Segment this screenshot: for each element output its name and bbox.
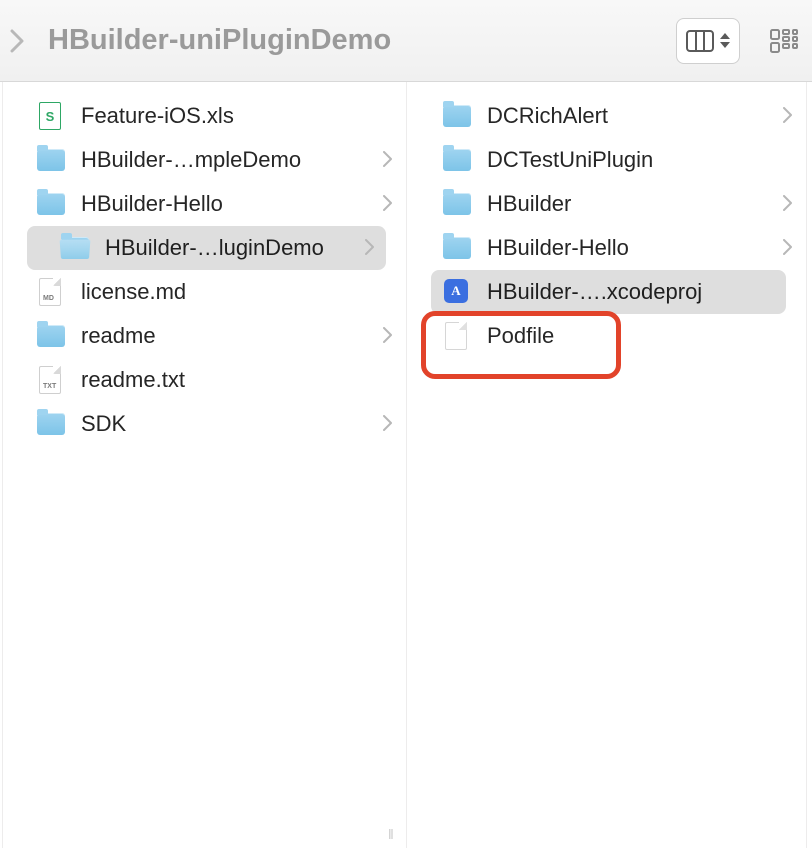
column-resize-handle[interactable]: ǁ — [388, 826, 396, 842]
folder-icon — [37, 149, 65, 171]
file-item-label: Podfile — [487, 323, 792, 349]
window-title: HBuilder-uniPluginDemo — [48, 24, 391, 57]
folder-icon — [37, 193, 65, 215]
view-columns-button[interactable] — [676, 18, 740, 64]
finder-columns: Feature-iOS.xls HBuilder-…mpleDemo HBuil… — [0, 82, 812, 848]
file-item-label: Feature-iOS.xls — [81, 103, 392, 129]
file-item[interactable]: MD license.md — [3, 270, 406, 314]
back-button[interactable] — [4, 21, 30, 61]
file-icon — [445, 322, 467, 350]
chevron-right-icon — [383, 323, 392, 349]
folder-open-icon — [61, 237, 89, 259]
file-item-label: SDK — [81, 411, 377, 437]
file-item[interactable]: HBuilder-….xcodeproj — [431, 270, 786, 314]
file-item-label: readme — [81, 323, 377, 349]
file-item[interactable]: HBuilder — [407, 182, 806, 226]
file-item[interactable]: DCRichAlert — [407, 94, 806, 138]
file-item[interactable]: TXT readme.txt — [3, 358, 406, 402]
chevron-right-icon — [383, 191, 392, 217]
folder-icon — [443, 149, 471, 171]
folder-icon — [443, 193, 471, 215]
file-item[interactable]: HBuilder-…luginDemo — [27, 226, 386, 270]
file-item[interactable]: Feature-iOS.xls — [3, 94, 406, 138]
file-item[interactable]: DCTestUniPlugin — [407, 138, 806, 182]
file-item[interactable]: readme — [3, 314, 406, 358]
file-item-label: DCRichAlert — [487, 103, 777, 129]
file-item-label: DCTestUniPlugin — [487, 147, 792, 173]
file-item[interactable]: HBuilder-…mpleDemo — [3, 138, 406, 182]
toolbar-grid-button[interactable] — [764, 18, 804, 64]
chevron-right-icon — [783, 103, 792, 129]
chevron-right-icon — [383, 147, 392, 173]
chevron-right-icon — [365, 235, 374, 261]
xcodeproj-icon — [444, 279, 468, 303]
file-item[interactable]: SDK — [3, 402, 406, 446]
text-file-icon: TXT — [39, 366, 61, 394]
grid-icon — [770, 29, 798, 53]
column-parent[interactable]: Feature-iOS.xls HBuilder-…mpleDemo HBuil… — [2, 82, 407, 848]
folder-icon — [443, 105, 471, 127]
columns-icon — [686, 30, 714, 52]
file-item-label: HBuilder-…luginDemo — [105, 235, 359, 261]
file-item-label: HBuilder-…mpleDemo — [81, 147, 377, 173]
spreadsheet-file-icon — [39, 102, 61, 130]
file-item-label: HBuilder-….xcodeproj — [487, 279, 774, 305]
up-down-icon — [720, 33, 730, 48]
chevron-right-icon — [383, 411, 392, 437]
chevron-right-icon — [783, 191, 792, 217]
markdown-file-icon: MD — [39, 278, 61, 306]
file-item[interactable]: HBuilder-Hello — [3, 182, 406, 226]
folder-icon — [443, 237, 471, 259]
file-item-label: HBuilder-Hello — [81, 191, 377, 217]
folder-icon — [37, 325, 65, 347]
file-item-label: HBuilder-Hello — [487, 235, 777, 261]
toolbar: HBuilder-uniPluginDemo — [0, 0, 812, 82]
chevron-right-icon — [783, 235, 792, 261]
file-item[interactable]: Podfile — [407, 314, 806, 358]
column-child[interactable]: DCRichAlert DCTestUniPlugin HBuilder HBu… — [407, 82, 807, 848]
file-item[interactable]: HBuilder-Hello — [407, 226, 806, 270]
folder-icon — [37, 413, 65, 435]
file-item-label: license.md — [81, 279, 392, 305]
file-item-label: HBuilder — [487, 191, 777, 217]
file-item-label: readme.txt — [81, 367, 392, 393]
chevron-right-icon — [10, 29, 24, 53]
